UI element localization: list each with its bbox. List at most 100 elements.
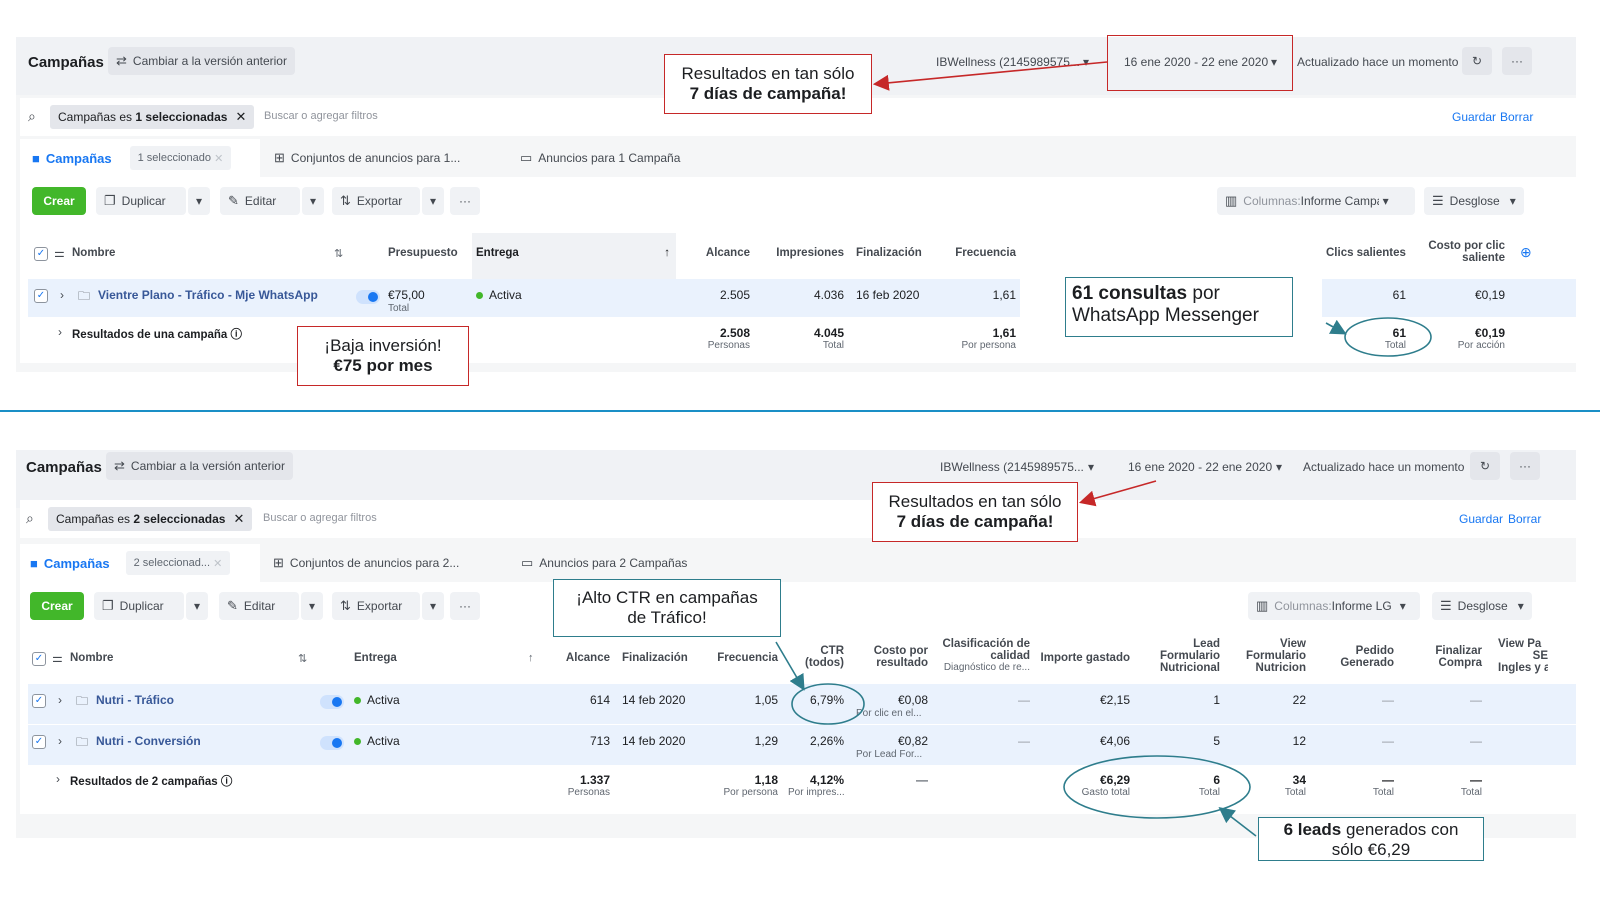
top-search-input[interactable]: Buscar o agregar filtros — [264, 110, 378, 122]
bottom-row-2-toggle[interactable] — [320, 736, 344, 750]
info-icon[interactable]: ⓘ — [231, 329, 243, 341]
bottom-edit-chevron-down-icon[interactable]: ▾ — [301, 592, 323, 620]
top-save-link[interactable]: Guardar — [1452, 110, 1496, 124]
bottom-refresh-icon[interactable]: ↻ — [1470, 452, 1500, 480]
top-export-button[interactable]: ⇅ Exportar — [332, 187, 420, 215]
top-columns-dropdown[interactable]: ▥ Columnas: Informe Campañ ▾ — [1217, 187, 1415, 215]
top-more-actions-button[interactable]: ··· — [450, 187, 480, 215]
bottom-date-chevron-down-icon[interactable]: ▾ — [1276, 460, 1282, 474]
top-row-toggle[interactable] — [356, 290, 380, 304]
top-header-finalizacion[interactable]: Finalización — [856, 247, 922, 259]
top-tab-adsets[interactable]: ⊞ Conjuntos de anuncios para 1... — [274, 139, 510, 177]
bottom-header-finalizar[interactable]: Finalizar Compra — [1410, 645, 1482, 669]
bottom-tab-adsets[interactable]: ⊞ Conjuntos de anuncios para 2... — [273, 544, 509, 582]
top-row-checkbox[interactable]: ✓ — [34, 289, 48, 303]
bottom-more-actions-button[interactable]: ··· — [450, 592, 480, 620]
bottom-switch-version-button[interactable]: ⇄ Cambiar a la versión anterior — [106, 452, 293, 480]
top-more-icon[interactable]: ··· — [1502, 47, 1532, 75]
top-header-presupuesto[interactable]: Presupuesto — [388, 247, 458, 259]
top-edit-button[interactable]: ✎ Editar — [220, 187, 300, 215]
bottom-create-button[interactable]: Crear — [30, 592, 84, 620]
top-switch-version-button[interactable]: ⇄ Cambiar a la versión anterior — [108, 47, 295, 75]
bottom-header-entrega[interactable]: Entrega — [354, 652, 397, 664]
bottom-row-2-campaign-name[interactable]: Nutri - Conversión — [96, 734, 201, 748]
top-export-chevron-down-icon[interactable]: ▾ — [422, 187, 444, 215]
bottom-selected-close-icon[interactable]: ✕ — [213, 557, 222, 570]
bottom-save-link[interactable]: Guardar — [1459, 512, 1503, 526]
top-totals-expand-chevron-icon[interactable]: › — [58, 325, 62, 339]
top-tab-ads[interactable]: ▭ Anuncios para 1 Campaña — [520, 139, 760, 177]
top-header-entrega[interactable]: Entrega ↑ — [472, 233, 676, 279]
bottom-date-range[interactable]: 16 ene 2020 - 22 ene 2020 — [1128, 460, 1272, 474]
bottom-row-1-expand-chevron-icon[interactable]: › — [58, 693, 62, 707]
pencil-icon: ✎ — [228, 193, 239, 208]
top-tab-campaigns[interactable]: ■ Campañas 1 seleccionado ✕ — [20, 139, 260, 177]
top-duplicate-chevron-down-icon[interactable]: ▾ — [188, 187, 210, 215]
bottom-select-all-checkbox[interactable]: ✓ — [32, 652, 46, 666]
top-header-frecuencia[interactable]: Frecuencia — [936, 247, 1016, 259]
top-header-alcance[interactable]: Alcance — [680, 247, 750, 259]
top-select-all-checkbox[interactable]: ✓ — [34, 247, 48, 261]
bottom-header-calidad[interactable]: Clasificación de calidad Diagnóstico de … — [934, 638, 1030, 673]
bottom-row-1-checkbox[interactable]: ✓ — [32, 694, 46, 708]
top-breakdown-dropdown[interactable]: ☰ Desglose ▾ — [1424, 187, 1524, 215]
bottom-header-costo[interactable]: Costo por resultado — [856, 645, 928, 669]
bottom-tab-campaigns[interactable]: ■ Campañas 2 seleccionad... ✕ — [20, 544, 260, 582]
bottom-export-chevron-down-icon[interactable]: ▾ — [422, 592, 444, 620]
top-header-impresiones[interactable]: Impresiones — [764, 247, 844, 259]
bottom-header-view-page[interactable]: View Pa SE Ingles y a — [1498, 638, 1548, 674]
bottom-header-finalizacion[interactable]: Finalización — [622, 652, 688, 664]
top-filter-chip[interactable]: Campañas es 1 seleccionadas ✕ — [50, 105, 255, 129]
bottom-sort-icon[interactable]: ⇅ — [298, 652, 307, 665]
bottom-header-alcance[interactable]: Alcance — [540, 652, 610, 664]
top-selected-close-icon[interactable]: ✕ — [214, 152, 223, 165]
top-header-costo-clic[interactable]: Costo por clic saliente — [1410, 240, 1505, 264]
bottom-duplicate-chevron-down-icon[interactable]: ▾ — [186, 592, 208, 620]
bottom-row-1-toggle[interactable] — [320, 695, 344, 709]
top-selected-chip[interactable]: 1 seleccionado ✕ — [129, 146, 232, 170]
bottom-header-ctr[interactable]: CTR (todos) — [788, 645, 844, 669]
top-edit-chevron-down-icon[interactable]: ▾ — [302, 187, 324, 215]
top-column-config-icon[interactable]: ⚌ — [54, 246, 65, 260]
bottom-header-frecuencia[interactable]: Frecuencia — [700, 652, 778, 664]
info-icon[interactable]: ⓘ — [221, 776, 233, 788]
top-row-campaign-name[interactable]: Vientre Plano - Tráfico - Mje WhatsApp — [98, 288, 318, 302]
bottom-row-1-campaign-name[interactable]: Nutri - Tráfico — [96, 693, 174, 707]
bottom-header-lead[interactable]: Lead Formulario Nutricional — [1138, 638, 1220, 674]
bottom-account-chevron-down-icon[interactable]: ▾ — [1088, 460, 1094, 474]
top-account-selector[interactable]: IBWellness (2145989575... — [936, 55, 1086, 69]
top-create-button[interactable]: Crear — [32, 187, 86, 215]
top-duplicate-button[interactable]: ❐ Duplicar — [96, 187, 186, 215]
bottom-filter-close-icon[interactable]: ✕ — [233, 511, 244, 527]
bottom-selected-chip[interactable]: 2 seleccionad... ✕ — [125, 551, 231, 575]
bottom-column-config-icon[interactable]: ⚌ — [52, 651, 63, 665]
bottom-totals-expand-chevron-icon[interactable]: › — [56, 772, 60, 786]
bottom-more-icon[interactable]: ··· — [1510, 452, 1540, 480]
top-add-column-icon[interactable]: ⊕ — [1520, 244, 1532, 261]
bottom-breakdown-dropdown[interactable]: ☰ Desglose ▾ — [1432, 592, 1532, 620]
bottom-header-importe[interactable]: Importe gastado — [1038, 652, 1130, 664]
bottom-export-button[interactable]: ⇅ Exportar — [332, 592, 420, 620]
top-filter-close-icon[interactable]: ✕ — [235, 109, 246, 125]
bottom-header-nombre[interactable]: Nombre — [70, 652, 113, 664]
bottom-clear-link[interactable]: Borrar — [1508, 512, 1541, 526]
bottom-header-pedido[interactable]: Pedido Generado — [1320, 645, 1394, 669]
top-row-expand-chevron-icon[interactable]: › — [60, 288, 64, 302]
top-sort-icon[interactable]: ⇅ — [334, 247, 343, 260]
bottom-account-selector[interactable]: IBWellness (2145989575... — [940, 460, 1088, 474]
bottom-tab-ads[interactable]: ▭ Anuncios para 2 Campañas — [521, 544, 761, 582]
top-clear-link[interactable]: Borrar — [1500, 110, 1533, 124]
bottom-sort-up-icon[interactable]: ↑ — [528, 652, 534, 664]
top-header-clics-salientes[interactable]: Clics salientes — [1326, 247, 1406, 259]
top-refresh-icon[interactable]: ↻ — [1462, 47, 1492, 75]
top-account-chevron-down-icon[interactable]: ▾ — [1083, 55, 1089, 69]
bottom-duplicate-button[interactable]: ❐ Duplicar — [94, 592, 184, 620]
bottom-columns-dropdown[interactable]: ▥ Columnas: Informe LG ▾ — [1248, 592, 1420, 620]
bottom-filter-chip[interactable]: Campañas es 2 seleccionadas ✕ — [48, 507, 253, 531]
bottom-row-2-expand-chevron-icon[interactable]: › — [58, 734, 62, 748]
bottom-row-2-checkbox[interactable]: ✓ — [32, 735, 46, 749]
bottom-search-input[interactable]: Buscar o agregar filtros — [263, 512, 377, 524]
top-header-nombre[interactable]: Nombre — [72, 247, 115, 259]
bottom-header-view[interactable]: View Formulario Nutricion — [1226, 638, 1306, 674]
bottom-edit-button[interactable]: ✎ Editar — [219, 592, 299, 620]
